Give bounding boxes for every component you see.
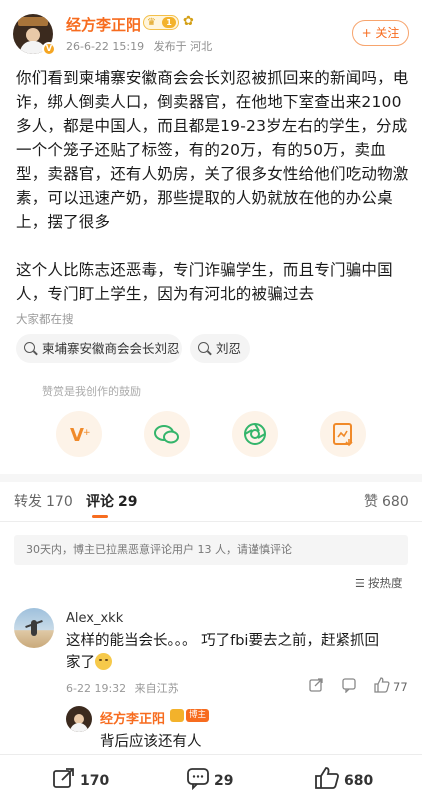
wechat-icon[interactable] xyxy=(144,411,190,457)
verified-badge-icon: V xyxy=(42,42,56,56)
commenter-name[interactable]: Alex_xkk xyxy=(66,611,123,626)
post-meta: 26-6-22 15:19 发布于 河北 xyxy=(66,38,218,54)
post-date: 26-6-22 15:19 xyxy=(66,40,145,53)
follow-button[interactable]: + 关注 xyxy=(352,20,409,46)
search-icon xyxy=(198,342,209,353)
post-header: V 经方李正阳 ♛ 1 ✿ 26-6-22 15:19 发布于 河北 + 关注 xyxy=(0,0,422,62)
sort-icon: ☰ xyxy=(355,577,365,590)
tab-likes[interactable]: 赞 680 xyxy=(364,491,409,511)
active-tab-indicator xyxy=(92,515,108,518)
interaction-tabs: 转发 170 评论 29 赞 680 xyxy=(0,482,422,522)
post-paragraph: 这个人比陈志还恶毒，专门诈骗学生，而且专门骗中国人，专门盯上学生，因为有河北的被… xyxy=(16,261,393,303)
search-icon xyxy=(24,342,35,353)
crown-icon: ♛ xyxy=(147,17,156,28)
svg-text:V: V xyxy=(70,425,84,446)
thumbs-up-icon xyxy=(315,767,339,789)
trending-search-label: 大家都在搜 xyxy=(16,312,74,326)
search-chip[interactable]: 柬埔寨安徽商会会长刘忍 xyxy=(16,334,182,363)
like-button[interactable]: 680 xyxy=(314,766,373,790)
section-divider xyxy=(0,474,422,482)
repost-button[interactable]: 170 xyxy=(52,766,109,790)
author-badge: 博主 xyxy=(186,709,210,722)
tab-comments[interactable]: 评论 29 xyxy=(86,491,137,511)
comment-meta: 6-22 19:32 来自江苏 xyxy=(66,680,184,696)
reply-text: 背后应该还有人 xyxy=(100,734,202,750)
level-number: 1 xyxy=(162,17,176,28)
vip-tip-icon[interactable]: V + xyxy=(56,411,102,457)
tab-repost[interactable]: 转发 170 xyxy=(14,491,73,511)
bottom-action-bar: 170 29 680 xyxy=(0,754,422,800)
search-chip[interactable]: 刘忍 xyxy=(190,334,250,363)
post-location: 发布于 河北 xyxy=(153,40,213,53)
commenter-avatar[interactable] xyxy=(14,608,54,648)
post-content: 你们看到柬埔寨安徽商会会长刘忍被抓回来的新闻吗，电诈，绑人倒卖人口，倒卖器官，在… xyxy=(16,66,410,330)
comment-notice: 30天内，博主已拉黑恶意评论用户 13 人，请谨慎评论 xyxy=(14,535,408,565)
share-icon[interactable] xyxy=(308,677,324,697)
reply-avatar[interactable] xyxy=(66,706,92,732)
svg-text:+: + xyxy=(83,428,91,438)
reply-level-badge-icon xyxy=(170,709,184,722)
moments-icon[interactable] xyxy=(232,411,278,457)
post-paragraph: 你们看到柬埔寨安徽商会会长刘忍被抓回来的新闻吗，电诈，绑人倒卖人口，倒卖器官，在… xyxy=(16,69,409,231)
comment-source: 来自江苏 xyxy=(134,682,179,695)
comment-text: 这样的能当会长。。。 巧了fbi要去之前，赶紧抓回 家了 xyxy=(66,633,379,671)
comment-time: 6-22 19:32 xyxy=(66,682,127,695)
author-name[interactable]: 经方李正阳 xyxy=(66,14,141,35)
reply-author-name[interactable]: 经方李正阳 xyxy=(100,708,165,727)
repost-icon xyxy=(53,768,74,788)
save-image-icon[interactable] xyxy=(320,411,366,457)
tab-divider xyxy=(0,521,422,522)
comment-like-count: 77 xyxy=(393,680,408,694)
like-icon[interactable] xyxy=(373,677,390,697)
fan-badge-icon[interactable]: ✿ xyxy=(183,14,194,29)
level-badge[interactable]: ♛ 1 xyxy=(143,15,179,30)
reply-icon[interactable] xyxy=(341,677,357,697)
comment-icon xyxy=(187,768,209,791)
sort-button[interactable]: ☰ 按热度 xyxy=(355,575,403,591)
doge-emoji-icon xyxy=(95,653,112,670)
tip-label: 赞赏是我创作的鼓励 xyxy=(42,385,141,398)
comment-button[interactable]: 29 xyxy=(186,766,233,791)
